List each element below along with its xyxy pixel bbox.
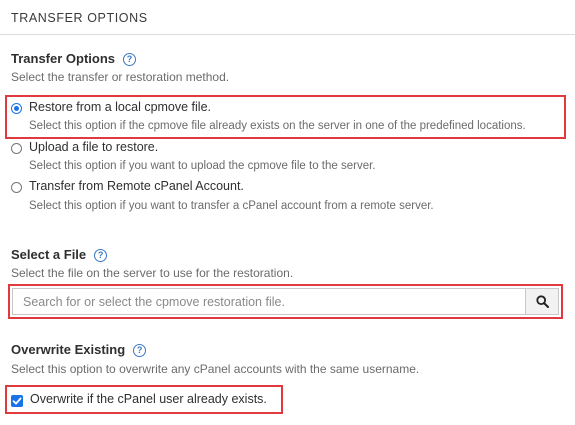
option-restore-local-description: Select this option if the cpmove file al… [29,120,526,132]
select-file-description: Select the file on the server to use for… [11,266,294,280]
section-header: TRANSFER OPTIONS [11,11,148,25]
option-upload-file-description: Select this option if you want to upload… [29,160,376,172]
transfer-options-heading: Transfer Options? [11,51,137,66]
option-restore-local-label[interactable]: Restore from a local cpmove file. [29,100,211,114]
overwrite-description: Select this option to overwrite any cPan… [11,362,420,376]
help-circle-icon[interactable]: ? [133,344,147,357]
option-transfer-remote-label[interactable]: Transfer from Remote cPanel Account. [29,179,244,193]
overwrite-heading: Overwrite Existing? [11,342,147,357]
help-circle-icon[interactable]: ? [94,249,108,262]
radio-transfer-remote[interactable] [11,182,22,193]
option-transfer-remote-description: Select this option if you want to transf… [29,200,434,212]
select-file-heading: Select a File? [11,247,108,262]
radio-upload-file[interactable] [11,143,22,154]
transfer-options-description: Select the transfer or restoration metho… [11,70,230,84]
search-button[interactable] [525,289,558,314]
option-upload-file-label[interactable]: Upload a file to restore. [29,140,158,154]
divider [0,34,575,35]
search-icon [536,295,549,308]
overwrite-checkbox-label[interactable]: Overwrite if the cPanel user already exi… [30,392,267,406]
transfer-options-title: Transfer Options [11,51,116,66]
overwrite-checkbox[interactable] [11,395,23,407]
file-search-input[interactable] [13,289,527,314]
radio-restore-local[interactable] [11,103,22,114]
overwrite-title: Overwrite Existing [11,342,126,357]
help-circle-icon[interactable]: ? [123,53,137,66]
file-search-field [12,288,559,315]
check-icon [12,397,22,405]
select-file-title: Select a File [11,247,87,262]
